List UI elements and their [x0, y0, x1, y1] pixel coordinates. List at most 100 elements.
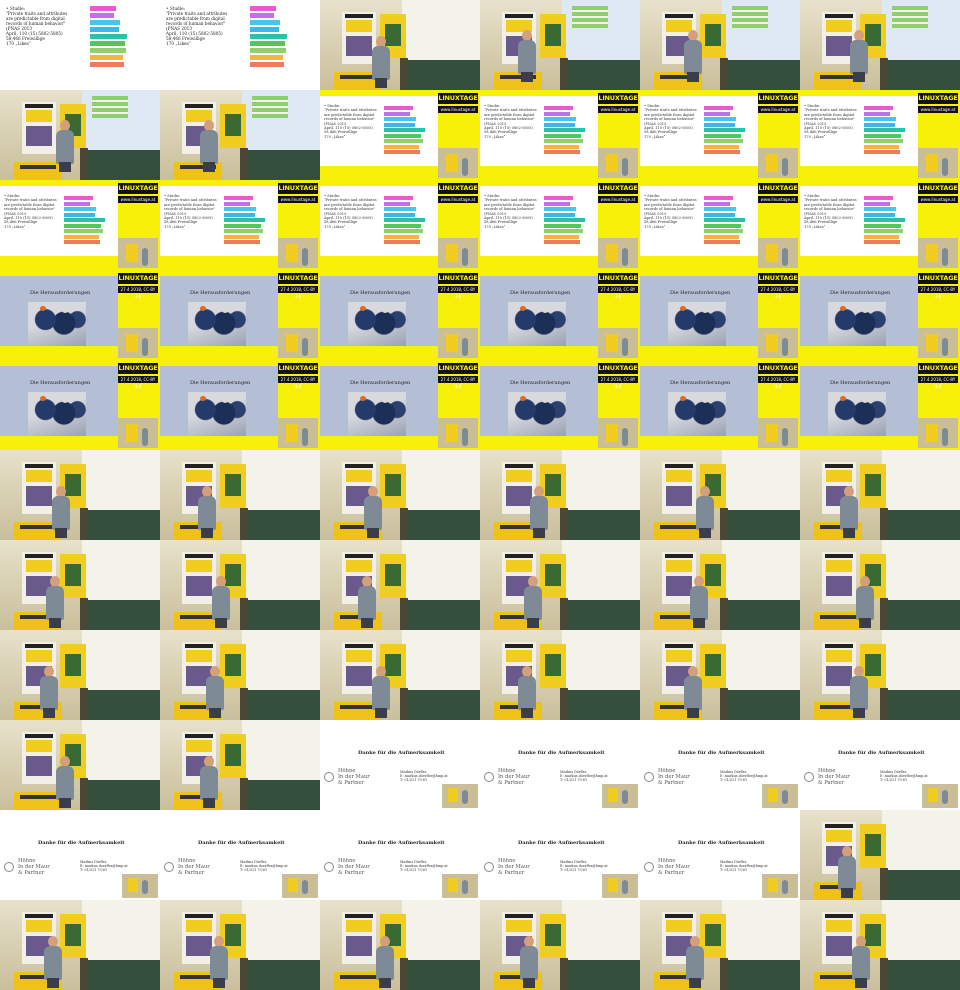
thanks-slide-thumbnail[interactable]: Danke für die Aufmerksamkeit Höhne In de… [320, 810, 480, 900]
photo-slide-thumbnail[interactable]: Die Herausforderungen LINUXTAGE 27.4.201… [320, 360, 480, 450]
license-label: 27.4.2018, CC-BY 3.0 [918, 376, 958, 389]
speaker-video-frame[interactable] [0, 90, 160, 180]
speaker-video-frame[interactable] [480, 630, 640, 720]
speaker-inset [918, 238, 958, 268]
slide-with-speaker-thumbnail[interactable]: • Studie: "Private traits and attributes… [0, 180, 160, 270]
linuxtage-logo: LINUXTAGE [598, 363, 638, 374]
speaker-video-frame[interactable] [480, 450, 640, 540]
speaker-video-frame[interactable] [480, 540, 640, 630]
chart-bar [704, 133, 742, 138]
speaker-video-frame[interactable] [320, 540, 480, 630]
photo-slide-thumbnail[interactable]: Die Herausforderungen LINUXTAGE 27.4.201… [480, 270, 640, 360]
thanks-slide-thumbnail[interactable]: Danke für die Aufmerksamkeit Höhne In de… [800, 720, 960, 810]
slide-bullet-list: • Studie: "Private traits and attributes… [4, 194, 57, 229]
slide-thumbnail-study[interactable]: • Studie: "Private traits and attributes… [0, 0, 160, 90]
speaker-video-frame[interactable] [320, 630, 480, 720]
thanks-slide-thumbnail[interactable]: Danke für die Aufmerksamkeit Höhne In de… [480, 720, 640, 810]
speaker-video-frame[interactable] [640, 450, 800, 540]
speaker-video-frame[interactable] [320, 900, 480, 990]
speaker-video-frame[interactable] [0, 630, 160, 720]
slide-with-speaker-thumbnail[interactable]: • Studie: "Private traits and attributes… [800, 180, 960, 270]
speaker-video-frame[interactable] [800, 630, 960, 720]
photo-slide-thumbnail[interactable]: Die Herausforderungen LINUXTAGE 27.4.201… [0, 270, 160, 360]
speaker-video-frame[interactable] [160, 90, 320, 180]
slide-with-speaker-thumbnail[interactable]: • Studie: "Private traits and attributes… [640, 90, 800, 180]
speaker-figure [376, 936, 394, 988]
thanks-slide-thumbnail[interactable]: Danke für die Aufmerksamkeit Höhne In de… [640, 810, 800, 900]
chart-bar [384, 218, 425, 222]
speaker-video-frame[interactable] [160, 540, 320, 630]
photo-slide-thumbnail[interactable]: Die Herausforderungen LINUXTAGE 27.4.201… [480, 360, 640, 450]
speaker-video-frame[interactable] [800, 900, 960, 990]
photo-slide-thumbnail[interactable]: Die Herausforderungen LINUXTAGE 27.4.201… [800, 360, 960, 450]
thanks-slide-thumbnail[interactable]: Danke für die Aufmerksamkeit Höhne In de… [480, 810, 640, 900]
photo-slide-thumbnail[interactable]: Die Herausforderungen LINUXTAGE 27.4.201… [320, 270, 480, 360]
speaker-video-frame[interactable] [640, 0, 800, 90]
thanks-slide-thumbnail[interactable]: Danke für die Aufmerksamkeit Höhne In de… [640, 720, 800, 810]
contact-sheet: • Studie: "Private traits and attributes… [0, 0, 960, 990]
speaker-video-frame[interactable] [800, 0, 960, 90]
speaker-video-frame[interactable] [480, 900, 640, 990]
speaker-figure [200, 120, 218, 172]
slide-area: • Studie: "Private traits and attributes… [800, 96, 918, 166]
window-area [82, 90, 160, 152]
contact-card: Markus Dörfler E: markus.doerfler@hmp.at… [560, 860, 608, 872]
photo-slide-thumbnail[interactable]: Die Herausforderungen LINUXTAGE 27.4.201… [160, 360, 320, 450]
speaker-video-frame[interactable] [320, 450, 480, 540]
photo-slide-thumbnail[interactable]: Die Herausforderungen LINUXTAGE 27.4.201… [800, 270, 960, 360]
speaker-video-frame[interactable] [640, 630, 800, 720]
workers-photo [188, 392, 246, 436]
speaker-video-frame[interactable] [640, 540, 800, 630]
slide-with-speaker-thumbnail[interactable]: • Studie: "Private traits and attributes… [640, 180, 800, 270]
photo-slide-thumbnail[interactable]: Die Herausforderungen LINUXTAGE 27.4.201… [640, 270, 800, 360]
slide-with-speaker-thumbnail[interactable]: • Studie: "Private traits and attributes… [320, 180, 480, 270]
speaker-figure [372, 36, 390, 88]
linuxtage-logo: LINUXTAGE [918, 363, 958, 374]
speaker-video-frame[interactable] [160, 720, 320, 810]
thanks-slide-thumbnail[interactable]: Danke für die Aufmerksamkeit Höhne In de… [0, 810, 160, 900]
license-label: 27.4.2018, CC-BY 3.0 [278, 286, 318, 299]
window-area [882, 0, 960, 62]
chart-bar [704, 196, 733, 200]
slide-with-speaker-thumbnail[interactable]: • Studie: "Private traits and attributes… [160, 180, 320, 270]
speaker-video-frame[interactable] [160, 630, 320, 720]
speaker-video-frame[interactable] [0, 900, 160, 990]
slide-area: Die Herausforderungen [480, 276, 598, 346]
window-area [82, 540, 160, 602]
slide-with-speaker-thumbnail[interactable]: • Studie: "Private traits and attributes… [320, 90, 480, 180]
speaker-video-frame[interactable] [800, 810, 960, 900]
wall-panel [240, 508, 248, 540]
speaker-video-frame[interactable] [320, 0, 480, 90]
slide-with-speaker-thumbnail[interactable]: • Studie: "Private traits and attributes… [800, 90, 960, 180]
chalkboard [248, 600, 320, 630]
chalkboard [888, 60, 960, 90]
speaker-video-frame[interactable] [0, 450, 160, 540]
speaker-video-frame[interactable] [640, 900, 800, 990]
speaker-video-frame[interactable] [800, 540, 960, 630]
photo-slide-thumbnail[interactable]: Die Herausforderungen LINUXTAGE 27.4.201… [640, 360, 800, 450]
wall-panel [240, 148, 248, 180]
speaker-video-frame[interactable] [0, 720, 160, 810]
thanks-slide-thumbnail[interactable]: Danke für die Aufmerksamkeit Höhne In de… [320, 720, 480, 810]
slide-area: • Studie: "Private traits and attributes… [320, 186, 438, 256]
slide-with-speaker-thumbnail[interactable]: • Studie: "Private traits and attributes… [480, 180, 640, 270]
photo-slide-thumbnail[interactable]: Die Herausforderungen LINUXTAGE 27.4.201… [160, 270, 320, 360]
slide-title: Die Herausforderungen [190, 380, 251, 386]
photo-slide-thumbnail[interactable]: Die Herausforderungen LINUXTAGE 27.4.201… [0, 360, 160, 450]
chalkboard [248, 150, 320, 180]
slide-with-speaker-thumbnail[interactable]: • Studie: "Private traits and attributes… [480, 90, 640, 180]
speaker-video-frame[interactable] [480, 0, 640, 90]
firm-name: Höhne In der Maur & Partner [338, 768, 370, 786]
speaker-video-frame[interactable] [0, 540, 160, 630]
firm-name: Höhne In der Maur & Partner [818, 768, 850, 786]
speaker-video-frame[interactable] [160, 450, 320, 540]
wall-panel [80, 688, 88, 720]
bar-chart-graphic [544, 106, 596, 166]
speaker-video-frame[interactable] [160, 900, 320, 990]
wall-panel [880, 508, 888, 540]
thanks-slide-thumbnail[interactable]: Danke für die Aufmerksamkeit Höhne In de… [160, 810, 320, 900]
slide-thumbnail-study[interactable]: • Studie: "Private traits and attributes… [160, 0, 320, 90]
speaker-video-frame[interactable] [800, 450, 960, 540]
speaker-inset [918, 418, 958, 448]
speaker-inset [758, 148, 798, 178]
